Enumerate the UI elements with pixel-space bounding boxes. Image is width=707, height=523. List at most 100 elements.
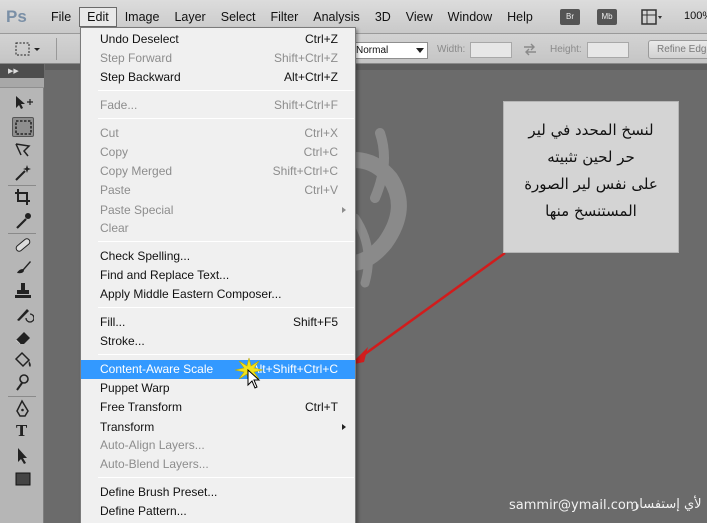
menu-edit[interactable]: Edit: [79, 7, 117, 27]
menu-item-transform[interactable]: Transform: [81, 418, 355, 437]
path-selection-tool[interactable]: [12, 446, 34, 466]
rectangle-icon: [15, 472, 31, 486]
menu-item-label: Undo Deselect: [100, 32, 179, 46]
menu-item-fill[interactable]: Fill... Shift+F5: [81, 313, 355, 332]
menu-item-clear[interactable]: Clear: [81, 219, 355, 238]
type-tool[interactable]: T: [16, 422, 27, 440]
menu-item-middle-eastern-composer[interactable]: Apply Middle Eastern Composer...: [81, 285, 355, 304]
menu-image[interactable]: Image: [118, 8, 167, 26]
menu-view[interactable]: View: [399, 8, 440, 26]
menu-item-paste[interactable]: Paste Ctrl+V: [81, 181, 355, 200]
eraser-icon: [15, 332, 30, 345]
annotation-arrow: [350, 251, 506, 365]
move-icon: [16, 96, 33, 109]
stamp-icon: [15, 283, 31, 298]
menu-item-shortcut: Ctrl+Z: [305, 32, 338, 46]
menu-item-label: Transform: [100, 420, 155, 434]
mini-bridge-button[interactable]: Mb: [597, 9, 617, 25]
rectangular-marquee-tool[interactable]: [12, 117, 34, 137]
style-select[interactable]: Normal: [352, 42, 428, 59]
menu-item-label: Auto-Blend Layers...: [100, 457, 209, 471]
menu-item-define-pattern[interactable]: Define Pattern...: [81, 502, 355, 521]
tools-grip[interactable]: [0, 78, 44, 88]
menu-item-label: Check Spelling...: [100, 249, 191, 263]
menu-item-define-brush[interactable]: Define Brush Preset...: [81, 483, 355, 502]
menu-item-step-forward[interactable]: Step Forward Shift+Ctrl+Z: [81, 49, 355, 68]
paint-bucket-tool[interactable]: [12, 350, 34, 370]
eraser-tool[interactable]: [12, 327, 34, 347]
mouse-cursor-icon: [247, 369, 261, 389]
menu-item-undo-deselect[interactable]: Undo Deselect Ctrl+Z: [81, 30, 355, 49]
menu-item-shortcut: Shift+Ctrl+C: [272, 164, 338, 178]
menu-item-label: Fade...: [100, 98, 138, 112]
menu-item-content-aware-scale[interactable]: Content-Aware Scale Alt+Shift+Ctrl+C: [81, 360, 355, 379]
menu-separator: [98, 90, 354, 91]
menu-help[interactable]: Help: [500, 8, 540, 26]
menu-item-puppet-warp[interactable]: Puppet Warp: [81, 379, 355, 398]
menu-item-label: Fill...: [100, 315, 126, 329]
menu-item-auto-align[interactable]: Auto-Align Layers...: [81, 436, 355, 455]
tools-separator: [8, 185, 36, 186]
rectangle-tool[interactable]: [12, 469, 34, 489]
menu-item-step-backward[interactable]: Step Backward Alt+Ctrl+Z: [81, 68, 355, 87]
menu-analysis[interactable]: Analysis: [306, 8, 367, 26]
brush-tool[interactable]: [12, 258, 34, 278]
menu-filter[interactable]: Filter: [263, 8, 305, 26]
menu-item-shortcut: Shift+F5: [292, 315, 338, 329]
menu-window[interactable]: Window: [441, 8, 499, 26]
menu-separator: [98, 118, 354, 119]
menu-item-shortcut: Ctrl+C: [303, 145, 338, 159]
clone-stamp-tool[interactable]: [12, 281, 34, 301]
menu-item-label: Step Backward: [100, 70, 181, 84]
bridge-button[interactable]: Br: [560, 9, 580, 25]
menu-item-auto-blend[interactable]: Auto-Blend Layers...: [81, 455, 355, 474]
menu-item-free-transform[interactable]: Free Transform Ctrl+T: [81, 398, 355, 417]
menu-item-fade[interactable]: Fade... Shift+Ctrl+F: [81, 96, 355, 115]
width-input[interactable]: [470, 42, 512, 58]
swap-icon[interactable]: [523, 43, 537, 56]
menu-item-label: Cut: [100, 126, 119, 140]
view-extras-icon[interactable]: [641, 9, 663, 25]
menu-item-cut[interactable]: Cut Ctrl+X: [81, 124, 355, 143]
menu-item-find-replace[interactable]: Find and Replace Text...: [81, 266, 355, 285]
menu-item-label: Stroke...: [100, 334, 145, 348]
menu-file[interactable]: File: [44, 8, 78, 26]
note-line: المستنسخ منها: [545, 202, 637, 220]
magic-wand-tool[interactable]: [12, 163, 34, 183]
magic-wand-icon: [15, 165, 31, 181]
move-tool[interactable]: [12, 93, 34, 113]
menu-item-copy[interactable]: Copy Ctrl+C: [81, 143, 355, 162]
lasso-tool[interactable]: [12, 140, 34, 160]
menu-layer[interactable]: Layer: [167, 8, 212, 26]
pen-tool[interactable]: [12, 399, 34, 419]
submenu-arrow-icon: [342, 424, 346, 430]
menu-select[interactable]: Select: [214, 8, 263, 26]
refine-edge-button[interactable]: Refine Edge...: [648, 40, 707, 59]
menu-item-check-spelling[interactable]: Check Spelling...: [81, 247, 355, 266]
tools-panel-header[interactable]: ▶▶: [0, 64, 44, 78]
menu-item-label: Define Brush Preset...: [100, 485, 218, 499]
menu-item-paste-special[interactable]: Paste Special: [81, 201, 355, 220]
submenu-arrow-icon: [342, 207, 346, 213]
crop-tool[interactable]: [12, 187, 34, 207]
menu-3d[interactable]: 3D: [368, 8, 398, 26]
eyedropper-icon: [16, 213, 31, 229]
history-brush-tool[interactable]: [12, 304, 35, 324]
zoom-level[interactable]: 100%: [684, 10, 707, 22]
menu-item-copy-merged[interactable]: Copy Merged Shift+Ctrl+C: [81, 162, 355, 181]
menu-item-shortcut: Shift+Ctrl+F: [273, 98, 338, 112]
collapse-icon[interactable]: ▶▶: [8, 67, 19, 75]
menu-item-label: Content-Aware Scale: [100, 362, 214, 376]
menu-item-shortcut: Ctrl+V: [304, 183, 338, 197]
menu-separator: [98, 307, 354, 308]
menu-item-shortcut: Shift+Ctrl+Z: [273, 51, 338, 65]
height-input[interactable]: [587, 42, 629, 58]
dodge-tool[interactable]: [12, 373, 34, 393]
menu-item-stroke[interactable]: Stroke...: [81, 332, 355, 351]
marquee-preset-icon[interactable]: [14, 40, 44, 58]
healing-brush-tool[interactable]: [12, 235, 34, 255]
style-value: Normal: [356, 45, 389, 56]
eyedropper-tool[interactable]: [12, 211, 34, 231]
tools-separator: [8, 396, 36, 397]
menu-item-label: Paste: [100, 183, 131, 197]
